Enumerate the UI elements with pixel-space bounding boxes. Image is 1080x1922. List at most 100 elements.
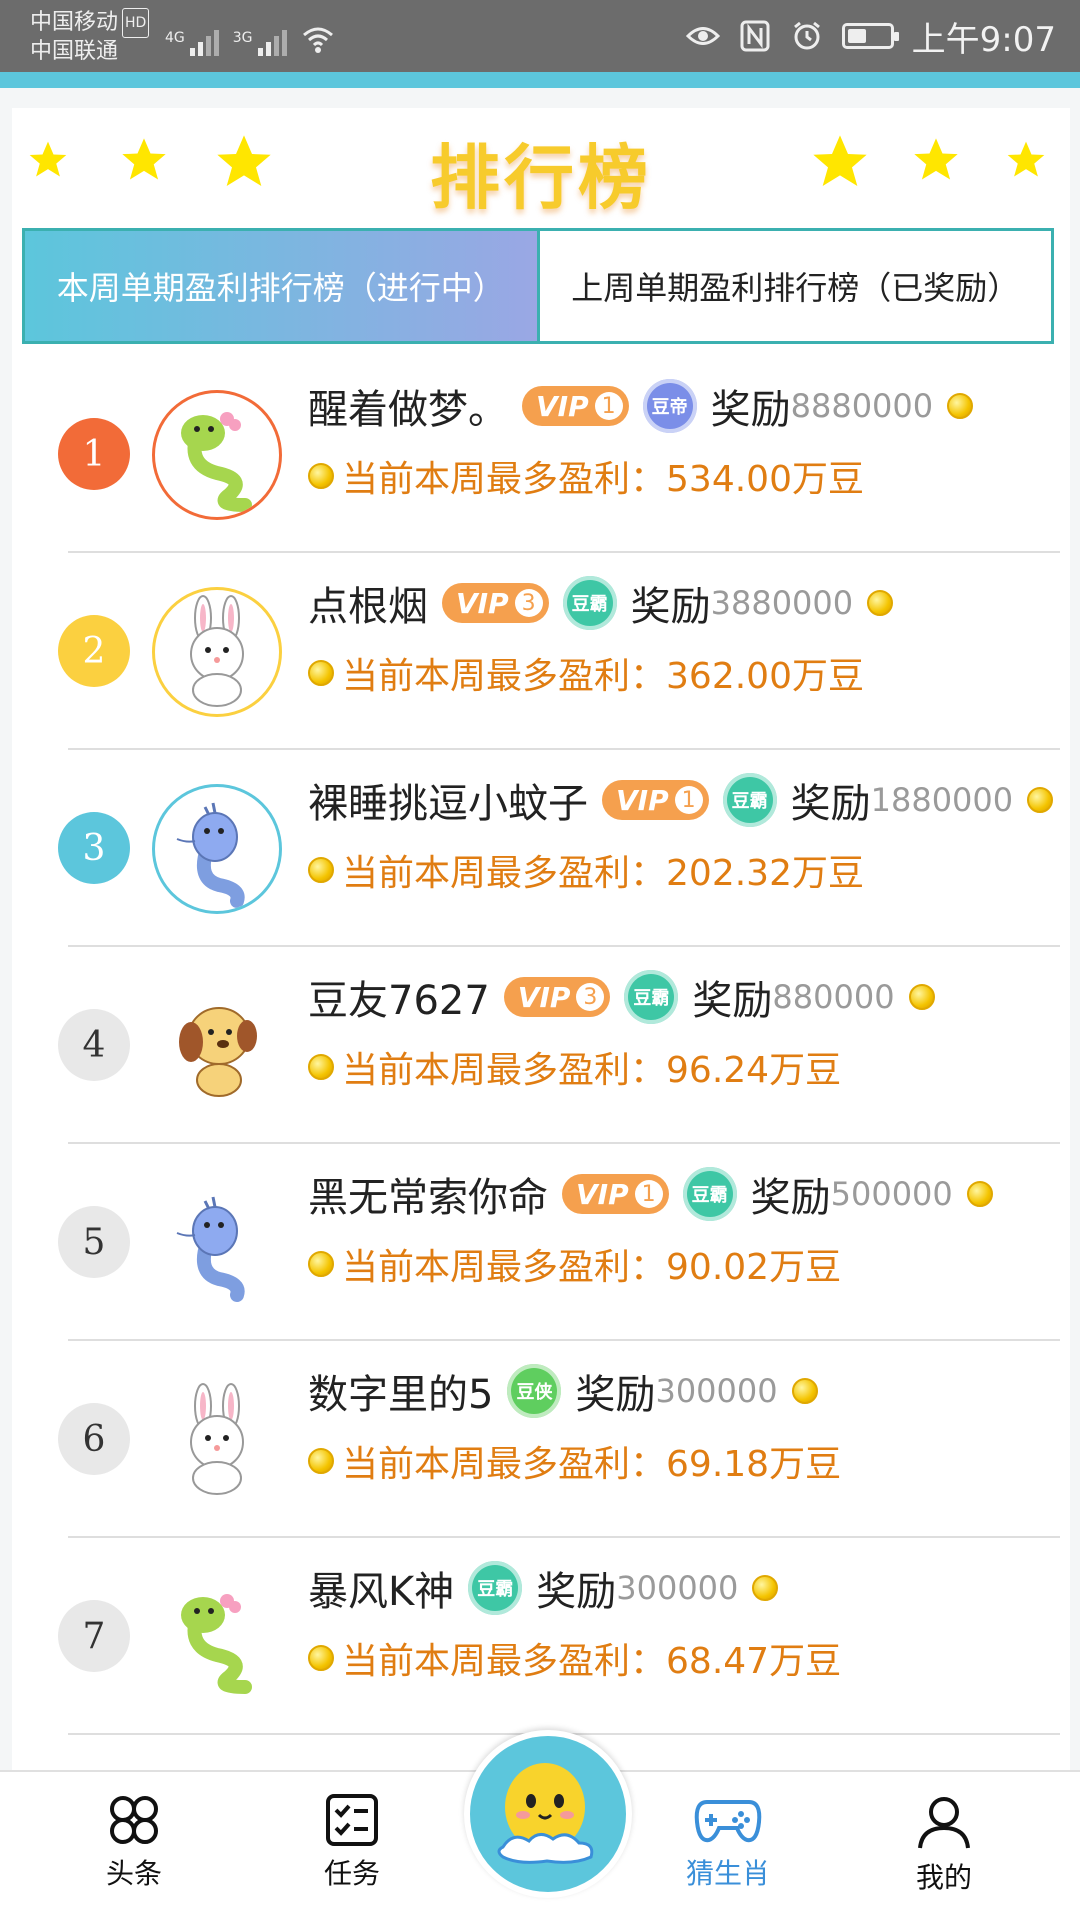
profit-value: 90.02万豆 xyxy=(666,1247,842,1288)
ranking-row[interactable]: 1 醒着做梦。 VIP 1 豆帝 奖励 8880000 当前本周最多盈利： 53… xyxy=(12,356,1070,553)
coin-icon xyxy=(966,1181,993,1207)
battery-icon xyxy=(841,23,899,49)
status-bar: 中国移动 HD 中国联通 4G 3G 上午9:07 xyxy=(0,0,1080,72)
profit-value: 69.18万豆 xyxy=(666,1444,842,1485)
vip-badge: VIP 3 xyxy=(442,583,549,623)
nav-mine[interactable]: 我的 xyxy=(864,1792,1024,1896)
reward-label: 奖励 xyxy=(536,1569,617,1615)
coin-icon xyxy=(752,1575,779,1601)
reward-value: 8880000 xyxy=(790,387,934,425)
ranking-list: 1 醒着做梦。 VIP 1 豆帝 奖励 8880000 当前本周最多盈利： 53… xyxy=(12,356,1070,1735)
rank-number: 4 xyxy=(58,1009,130,1081)
reward-label: 奖励 xyxy=(790,781,871,827)
tab-last-week[interactable]: 上周单期盈利排行榜（已奖励） xyxy=(536,231,1051,341)
dragon-avatar[interactable] xyxy=(152,784,282,914)
vip-label: VIP xyxy=(456,586,509,620)
user-name[interactable]: 豆友7627 xyxy=(308,968,490,1026)
snake-avatar[interactable] xyxy=(152,1572,282,1702)
coin-icon xyxy=(1027,787,1054,813)
clock: 上午9:07 xyxy=(911,19,1056,60)
signal-4g-icon: 4G xyxy=(165,30,219,56)
profit-value: 202.32万豆 xyxy=(666,853,864,894)
ranking-row[interactable]: 4 豆友7627 VIP 3 豆霸 奖励 880000 当前本周最多盈利： 96… xyxy=(12,947,1070,1144)
coin-icon xyxy=(791,1378,818,1404)
wifi-icon xyxy=(301,22,335,56)
rabbit-avatar[interactable] xyxy=(152,1375,282,1505)
coin-icon xyxy=(947,393,974,419)
header-accent-line xyxy=(0,72,1080,88)
profit-prefix: 当前本周最多盈利： xyxy=(342,1641,667,1682)
title-badge: 豆霸 xyxy=(722,773,777,827)
reward-label: 奖励 xyxy=(710,387,791,433)
leaderboard-card: 排行榜 本周单期盈利排行榜（进行中） 上周单期盈利排行榜（已奖励） 1 醒着做梦… xyxy=(12,108,1070,1808)
user-icon xyxy=(918,1797,970,1849)
title-badge: 豆霸 xyxy=(468,1561,523,1615)
center-mascot-button[interactable] xyxy=(464,1730,632,1898)
user-name[interactable]: 醒着做梦。 xyxy=(308,377,508,435)
nav-headlines-label: 头条 xyxy=(105,1857,162,1890)
profit-prefix: 当前本周最多盈利： xyxy=(342,1444,667,1485)
coin-icon xyxy=(308,1448,334,1474)
profit-prefix: 当前本周最多盈利： xyxy=(342,459,667,500)
ranking-row[interactable]: 6 数字里的5 豆侠 奖励 300000 当前本周最多盈利： 69.18万豆 xyxy=(12,1341,1070,1538)
carrier-2: 中国联通 xyxy=(30,39,119,64)
coin-icon xyxy=(308,1645,334,1671)
carrier-1: 中国移动 xyxy=(30,10,119,35)
coin-icon xyxy=(867,590,894,616)
vip-label: VIP xyxy=(616,783,669,817)
nfc-icon xyxy=(738,19,772,53)
vip-level: 1 xyxy=(674,786,703,814)
ranking-row[interactable]: 5 黑无常索你命 VIP 1 豆霸 奖励 500000 当前本周最多盈利： 90… xyxy=(12,1144,1070,1341)
user-name[interactable]: 点根烟 xyxy=(308,574,428,632)
nav-tasks[interactable]: 任务 xyxy=(272,1792,432,1892)
network-4g-label: 4G xyxy=(165,30,185,46)
reward-value: 1880000 xyxy=(870,781,1014,819)
hd-badge: HD xyxy=(122,8,150,38)
vip-label: VIP xyxy=(517,980,571,1014)
user-name[interactable]: 暴风K神 xyxy=(308,1559,454,1617)
nav-mine-label: 我的 xyxy=(915,1861,972,1894)
user-name[interactable]: 黑无常索你命 xyxy=(308,1165,548,1223)
title-badge: 豆霸 xyxy=(624,970,679,1024)
ranking-row[interactable]: 7 暴风K神 豆霸 奖励 300000 当前本周最多盈利： 68.47万豆 xyxy=(12,1538,1070,1735)
coin-icon xyxy=(308,1251,334,1277)
nav-guess-zodiac-label: 猜生肖 xyxy=(685,1857,770,1890)
nav-headlines[interactable]: 头条 xyxy=(54,1792,214,1892)
user-name[interactable]: 数字里的5 xyxy=(308,1362,493,1420)
rank-number: 6 xyxy=(58,1403,130,1475)
signal-indicators: 4G 3G xyxy=(165,16,335,56)
vip-level: 3 xyxy=(576,983,605,1011)
dragon-avatar[interactable] xyxy=(152,1178,282,1308)
vip-level: 3 xyxy=(514,589,543,617)
reward-value: 500000 xyxy=(830,1175,953,1213)
dog-avatar[interactable] xyxy=(152,981,282,1111)
tab-this-week[interactable]: 本周单期盈利排行榜（进行中） xyxy=(25,231,537,341)
bean-mascot-icon xyxy=(497,1763,594,1864)
reward-label: 奖励 xyxy=(575,1372,656,1418)
nav-guess-zodiac[interactable]: 猜生肖 xyxy=(648,1792,808,1892)
rank-number: 5 xyxy=(58,1206,130,1278)
rank-number: 3 xyxy=(58,812,130,884)
profit-value: 534.00万豆 xyxy=(666,459,864,500)
title-badge: 豆帝 xyxy=(642,379,697,433)
rabbit-avatar[interactable] xyxy=(152,587,282,717)
star-icon xyxy=(813,135,867,186)
reward-label: 奖励 xyxy=(630,584,711,630)
ranking-row[interactable]: 3 裸睡挑逗小蚊子 VIP 1 豆霸 奖励 1880000 当前本周最多盈利： … xyxy=(12,750,1070,947)
rank-number: 2 xyxy=(58,615,130,687)
eye-icon xyxy=(685,19,720,53)
user-name[interactable]: 裸睡挑逗小蚊子 xyxy=(308,771,588,829)
title-badge: 豆霸 xyxy=(562,576,617,630)
coin-icon xyxy=(908,984,935,1010)
ranking-row[interactable]: 2 点根烟 VIP 3 豆霸 奖励 3880000 当前本周最多盈利： 362.… xyxy=(12,553,1070,750)
vip-badge: VIP 3 xyxy=(503,977,611,1017)
gamepad-icon xyxy=(694,1800,762,1843)
coin-icon xyxy=(308,660,334,686)
profit-prefix: 当前本周最多盈利： xyxy=(342,1247,667,1288)
coin-icon xyxy=(308,857,334,883)
signal-3g-icon: 3G xyxy=(233,30,287,56)
profit-prefix: 当前本周最多盈利： xyxy=(342,853,667,894)
snake-avatar[interactable] xyxy=(152,390,282,520)
rank-number: 1 xyxy=(58,418,130,490)
vip-level: 1 xyxy=(634,1180,663,1208)
